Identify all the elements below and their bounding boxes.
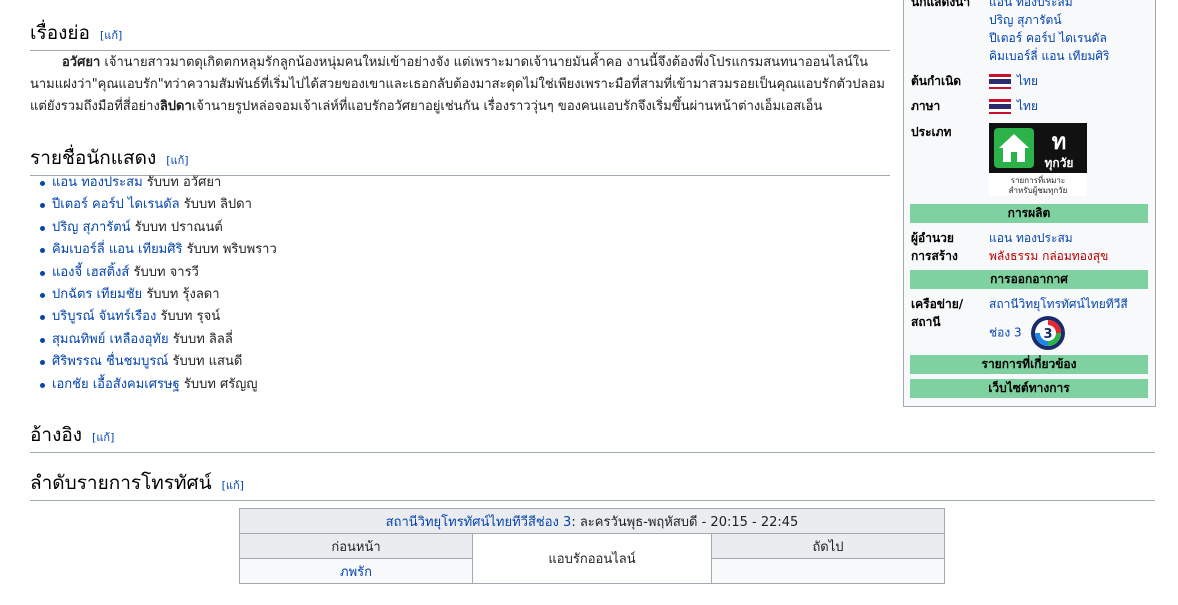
schedule-edit-link[interactable]: [แก้] (222, 479, 244, 492)
station-link[interactable]: สถานีวิทยุโทรทัศน์ไทยทีวีสีช่อง 3 (386, 515, 572, 530)
language-link[interactable]: ไทย (1017, 99, 1038, 113)
website-bar[interactable]: เว็บไซต์ทางการ (910, 379, 1148, 398)
starring-link[interactable]: ปีเตอร์ คอร์ป ไดเรนดัล (989, 29, 1151, 47)
plot-edit-link[interactable]: [แก้] (100, 29, 122, 42)
cast-role: รับบท อวัศยา (142, 175, 222, 190)
director-label-1: ผู้อำนวย (911, 231, 954, 245)
channel-3-logo-icon: 3 (1030, 315, 1066, 351)
rating-caption-2: สำหรับผู้ชมทุกวัย (1009, 186, 1068, 196)
cast-edit-link[interactable]: [แก้] (166, 154, 188, 167)
cast-list: แอน ทองประสม รับบท อวัศยา ปีเตอร์ คอร์ป … (40, 172, 277, 396)
references-edit-link[interactable]: [แก้] (92, 431, 114, 444)
references-section-heading: อ้างอิง [แก้] (30, 420, 1155, 453)
plot-name-awatsaya: อวัศยา (62, 55, 101, 70)
director-link[interactable]: แอน ทองประสม (989, 229, 1151, 247)
schedule-heading: ลำดับรายการโทรทัศน์ (30, 472, 212, 494)
starring-label: นักแสดงนำ (911, 0, 971, 9)
starring-values: แอน ทองประสม ปริญ สุภารัตน์ ปีเตอร์ คอร์… (989, 0, 1151, 65)
list-item: แอน ทองประสม รับบท อวัศยา (40, 172, 277, 194)
network-link[interactable]: สถานีวิทยุโทรทัศน์ไทยทีวีสี (989, 295, 1151, 313)
channel-link[interactable]: ช่อง 3 (989, 326, 1022, 340)
plot-heading: เรื่องย่อ (30, 22, 90, 44)
cast-role: รับบท ศรัญญู (179, 376, 258, 392)
cast-role: รับบท รุ้งลดา (142, 286, 220, 302)
rating-word: ทุกวัย (1045, 156, 1074, 171)
current-program: แอบรักออนไลน์ (472, 533, 712, 584)
plot-section-heading: เรื่องย่อ [แก้] (30, 18, 890, 51)
production-bar: การผลิต (910, 204, 1148, 223)
cast-role: รับบท ลิลลี่ (168, 331, 233, 347)
origin-link[interactable]: ไทย (1017, 74, 1038, 88)
director-label: ผู้อำนวย การสร้าง (911, 229, 986, 265)
cast-actor-link[interactable]: แอน ทองประสม (52, 175, 143, 190)
rating-letter: ท (1052, 130, 1067, 155)
starring-link[interactable]: แอน ทองประสม (989, 0, 1151, 11)
succession-header: สถานีวิทยุโทรทัศน์ไทยทีวีสีช่อง 3: ละครว… (239, 508, 945, 534)
director-values: แอน ทองประสม พลังธรรม กล่อมทองสุข (989, 229, 1151, 265)
list-item: แองจี้ เฮสติ้งส์ รับบท จารวี (40, 262, 277, 284)
cast-role: รับบท จารวี (129, 264, 199, 280)
language-value: ไทย (989, 97, 1151, 115)
origin-label: ต้นกำเนิด (911, 74, 962, 88)
rating-caption-1: รายการที่เหมาะ (1011, 174, 1065, 185)
list-item: สุมณทิพย์ เหลืองอุทัย รับบท ลิลลี่ (40, 329, 277, 351)
cast-role: รับบท ปราณนต์ (130, 219, 223, 235)
cast-actor-link[interactable]: แองจี้ เฮสติ้งส์ (52, 265, 129, 280)
cast-actor-link[interactable]: บริบูรณ์ จันทร์เรือง (52, 309, 156, 324)
svg-text:3: 3 (1043, 327, 1052, 342)
network-label-1: เครือข่าย/ (911, 297, 964, 311)
origin-value: ไทย (989, 72, 1151, 90)
list-item: คิมเบอร์ลี่ แอน เทียมศิริ รับบท พริบพราว (40, 239, 277, 261)
broadcast-bar: การออกอากาศ (910, 270, 1148, 289)
cast-actor-link[interactable]: ปีเตอร์ คอร์ป ไดเรนดัล (52, 197, 180, 212)
channel-line: ช่อง 3 3 (989, 315, 1151, 351)
thailand-flag-icon (989, 74, 1011, 89)
plot-paragraph: อวัศยา เจ้านายสาวมาตดุเกิดตกหลุมรักลูกน้… (30, 52, 890, 118)
plot-text-2: เจ้านายรูปหล่อจอมเจ้าเล่ห์ที่แอบรักอวัศย… (191, 99, 823, 114)
infobox: นักแสดงนำ แอน ทองประสม ปริญ สุภารัตน์ ปี… (903, 0, 1156, 407)
thailand-flag-icon (989, 99, 1011, 114)
cast-role: รับบท ลิปดา (179, 197, 252, 213)
list-item: บริบูรณ์ จันทร์เรือง รับบท รุจน์ (40, 306, 277, 328)
prev-program-link[interactable]: ภพรัก (340, 565, 372, 580)
cast-actor-link[interactable]: ศิริพรรณ ชื่นชมบูรณ์ (52, 354, 168, 369)
next-program-cell (711, 558, 945, 584)
prev-label: ก่อนหน้า (239, 533, 473, 559)
company-link[interactable]: พลังธรรม กล่อมทองสุข (989, 247, 1151, 265)
list-item: ศิริพรรณ ชื่นชมบูรณ์ รับบท แสนดี (40, 351, 277, 373)
cast-actor-link[interactable]: ปกฉัตร เทียมชัย (52, 287, 142, 302)
starring-link[interactable]: ปริญ สุภารัตน์ (989, 11, 1151, 29)
prev-program-cell: ภพรัก (239, 558, 473, 584)
succession-box: สถานีวิทยุโทรทัศน์ไทยทีวีสีช่อง 3: ละครว… (239, 508, 945, 584)
cast-actor-link[interactable]: ปริญ สุภารัตน์ (52, 220, 131, 235)
cast-heading: รายชื่อนักแสดง (30, 147, 157, 169)
cast-role: รับบท พริบพราว (182, 242, 277, 258)
schedule-section-heading: ลำดับรายการโทรทัศน์ [แก้] (30, 468, 1155, 501)
cast-actor-link[interactable]: สุมณทิพย์ เหลืองอุทัย (52, 332, 169, 347)
list-item: ปีเตอร์ คอร์ป ไดเรนดัล รับบท ลิปดา (40, 194, 277, 216)
next-label: ถัดไป (711, 533, 945, 559)
network-values: สถานีวิทยุโทรทัศน์ไทยทีวีสี ช่อง 3 3 (989, 295, 1151, 351)
references-heading: อ้างอิง (30, 424, 83, 446)
list-item: ปกฉัตร เทียมชัย รับบท รุ้งลดา (40, 284, 277, 306)
network-label: เครือข่าย/ สถานี (911, 295, 986, 331)
rating-badge: ท ทุกวัย รายการที่เหมาะ สำหรับผู้ชมทุกวั… (989, 123, 1087, 196)
director-label-2: การสร้าง (911, 249, 958, 263)
related-bar[interactable]: รายการที่เกี่ยวข้อง (910, 355, 1148, 374)
language-label: ภาษา (911, 99, 941, 113)
list-item: ปริญ สุภารัตน์ รับบท ปราณนต์ (40, 217, 277, 239)
cast-actor-link[interactable]: เอกชัย เอื้อสังคมเศรษฐ (52, 377, 180, 392)
plot-name-lipda: ลิปดา (159, 99, 192, 114)
cast-actor-link[interactable]: คิมเบอร์ลี่ แอน เทียมศิริ (52, 242, 183, 257)
starring-link[interactable]: คิมเบอร์ลี่ แอน เทียมศิริ (989, 47, 1151, 65)
list-item: เอกชัย เอื้อสังคมเศรษฐ รับบท ศรัญญู (40, 374, 277, 396)
network-label-2: สถานี (911, 315, 941, 329)
airtime-text: : ละครวันพุธ-พฤหัสบดี - 20:15 - 22:45 (571, 514, 799, 530)
genre-label: ประเภท (911, 125, 952, 139)
rating-all-ages-icon: ท ทุกวัย รายการที่เหมาะ สำหรับผู้ชมทุกวั… (989, 123, 1087, 196)
cast-role: รับบท รุจน์ (156, 309, 221, 325)
cast-role: รับบท แสนดี (168, 354, 243, 370)
